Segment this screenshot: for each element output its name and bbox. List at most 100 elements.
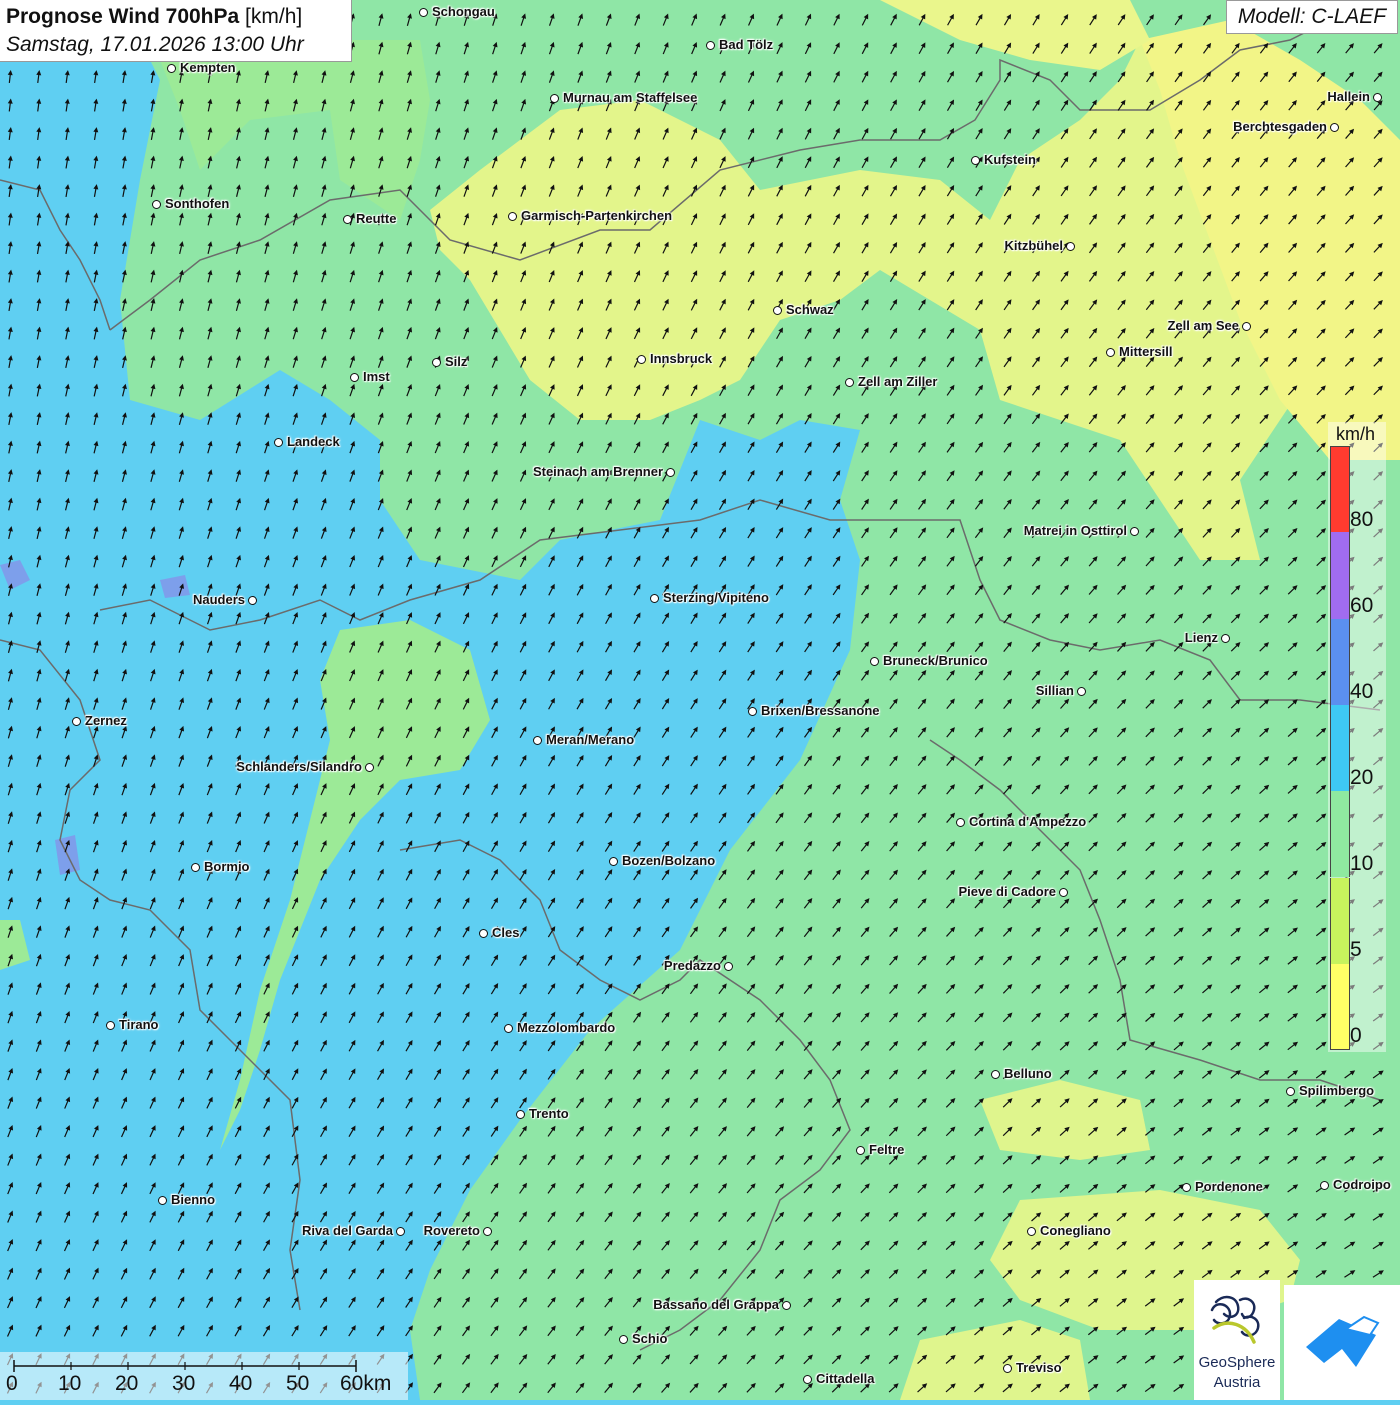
legend-tick-label: 40 (1350, 680, 1374, 703)
city-label: Mezzolombardo (517, 1020, 616, 1035)
city-label: Pordenone (1195, 1179, 1263, 1194)
scale-bar: 0 10 20 30 40 50 60km (0, 1352, 408, 1400)
legend-color-segment (1330, 704, 1350, 792)
city-label: Bozen/Bolzano (622, 853, 716, 868)
city-label: Landeck (287, 434, 340, 449)
city-label: Matrei in Osttirol (1023, 523, 1127, 538)
city-marker (533, 736, 542, 745)
city-label: Lienz (1184, 630, 1218, 645)
legend-tick-label: 20 (1350, 766, 1374, 789)
city-label: Hallein (1327, 89, 1370, 104)
geosphere-logo[interactable]: GeoSphere Austria (1194, 1280, 1280, 1400)
city-marker (1242, 322, 1251, 331)
city-label: Kitzbühel (1004, 238, 1064, 253)
city-label: Meran/Merano (546, 732, 635, 747)
city-label: Mittersill (1119, 344, 1173, 359)
city-marker (748, 707, 757, 716)
city-label: Garmisch-Partenkirchen (521, 208, 673, 223)
scale-label-40: 40 (229, 1372, 253, 1395)
city-marker (343, 215, 352, 224)
legend-color-segment (1330, 446, 1350, 533)
city-label: Treviso (1016, 1360, 1062, 1375)
city-marker (1130, 527, 1139, 536)
city-label: Schio (632, 1331, 668, 1346)
city-label: Bienno (171, 1192, 216, 1207)
city-marker (991, 1070, 1000, 1079)
city-marker (516, 1110, 525, 1119)
city-label: Zell am Ziller (858, 374, 938, 389)
scale-label-30: 30 (172, 1372, 196, 1395)
city-label: Imst (363, 369, 390, 384)
city-marker (350, 373, 359, 382)
city-label: Sillian (1035, 683, 1074, 698)
city-label: Feltre (869, 1142, 905, 1157)
city-label: Nauders (192, 592, 245, 607)
scale-label-0: 0 (6, 1372, 18, 1395)
city-label: Trento (529, 1106, 569, 1121)
city-marker (248, 596, 257, 605)
map-title: Prognose Wind 700hPa [km/h] (6, 3, 345, 31)
geosphere-swirl-icon (1210, 1295, 1260, 1344)
city-label: Bad Tölz (719, 37, 774, 52)
city-label: Cittadella (816, 1371, 875, 1386)
city-label: Brixen/Bressanone (761, 703, 880, 718)
city-marker (158, 1196, 167, 1205)
city-marker (432, 358, 441, 367)
city-label: Kempten (180, 60, 236, 75)
city-marker (1027, 1227, 1036, 1236)
city-marker (483, 1227, 492, 1236)
city-marker (106, 1021, 115, 1030)
city-label: Kufstein (984, 152, 1036, 167)
city-marker (1320, 1181, 1329, 1190)
scale-label-60: 60km (340, 1372, 392, 1395)
city-marker (1286, 1087, 1295, 1096)
legend-tick-label: 5 (1350, 938, 1362, 961)
legend-color-segment (1330, 618, 1350, 705)
app-logo-icon (1306, 1315, 1380, 1367)
legend-tick-label: 60 (1350, 594, 1374, 617)
legend-color-segment (1330, 532, 1350, 619)
city-label: Schwaz (786, 302, 834, 317)
city-marker (845, 378, 854, 387)
city-label: Bormio (204, 859, 250, 874)
city-label: Sterzing/Vipiteno (663, 590, 769, 605)
legend-tick-label: 10 (1350, 852, 1374, 875)
legend-color-segment (1330, 877, 1350, 964)
city-marker (396, 1227, 405, 1236)
city-marker (609, 857, 618, 866)
city-marker (1182, 1183, 1191, 1192)
city-marker (971, 156, 980, 165)
city-marker (1077, 687, 1086, 696)
city-marker (1059, 888, 1068, 897)
city-marker (274, 438, 283, 447)
city-label: Schongau (432, 4, 495, 19)
city-marker (782, 1301, 791, 1310)
city-label: Cortina d'Ampezzo (969, 814, 1087, 829)
city-marker (706, 41, 715, 50)
city-marker (773, 306, 782, 315)
city-label: Schlanders/Silandro (236, 759, 362, 774)
city-label: Spilimbergo (1299, 1083, 1375, 1098)
city-marker (152, 200, 161, 209)
city-marker (619, 1335, 628, 1344)
app-logo[interactable] (1284, 1285, 1400, 1400)
legend-color-segment (1330, 963, 1350, 1051)
city-marker (191, 863, 200, 872)
geosphere-text: GeoSphere (1198, 1354, 1276, 1371)
city-marker (72, 717, 81, 726)
city-label: Tirano (119, 1017, 159, 1032)
city-label: Steinach am Brenner (532, 464, 663, 479)
city-label: Zell am See (1167, 318, 1239, 333)
city-label: Belluno (1004, 1066, 1052, 1081)
legend-unit: km/h (1336, 424, 1376, 444)
geosphere-subtext: Austria (1213, 1374, 1261, 1391)
city-label: Reutte (356, 211, 397, 226)
city-label: Cles (492, 925, 520, 940)
city-marker (1373, 93, 1382, 102)
city-label: Sonthofen (165, 196, 230, 211)
model-label: Modell: C-LAEF (1226, 0, 1398, 34)
legend-tick-label: 80 (1350, 508, 1374, 531)
city-label: Bruneck/Brunico (883, 653, 988, 668)
city-label: Codroipo (1333, 1177, 1391, 1192)
city-marker (956, 818, 965, 827)
